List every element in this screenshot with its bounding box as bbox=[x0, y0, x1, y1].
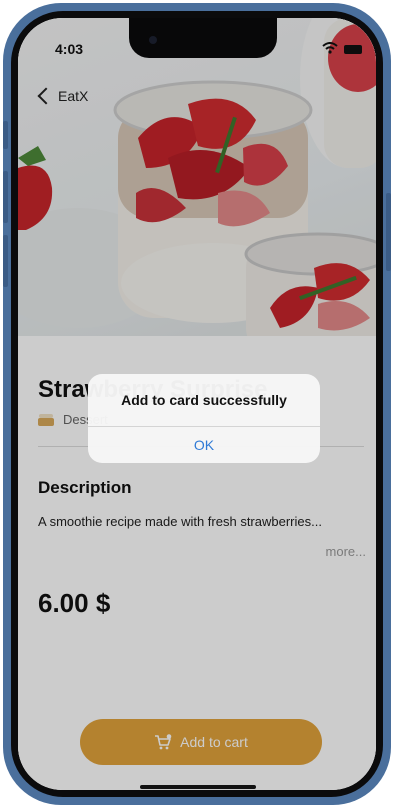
alert-ok-button[interactable]: OK bbox=[88, 427, 320, 463]
home-indicator[interactable] bbox=[140, 785, 256, 789]
alert-message: Add to card successfully bbox=[121, 392, 287, 408]
power-button bbox=[386, 193, 391, 271]
volume-down-button bbox=[3, 235, 8, 287]
phone-frame: 4:03 EatX Strawberry Surprise Dessert De… bbox=[3, 3, 391, 805]
volume-up-button bbox=[3, 171, 8, 223]
success-alert: Add to card successfully OK bbox=[88, 374, 320, 463]
mute-switch bbox=[3, 121, 8, 149]
screen: 4:03 EatX Strawberry Surprise Dessert De… bbox=[18, 18, 376, 790]
